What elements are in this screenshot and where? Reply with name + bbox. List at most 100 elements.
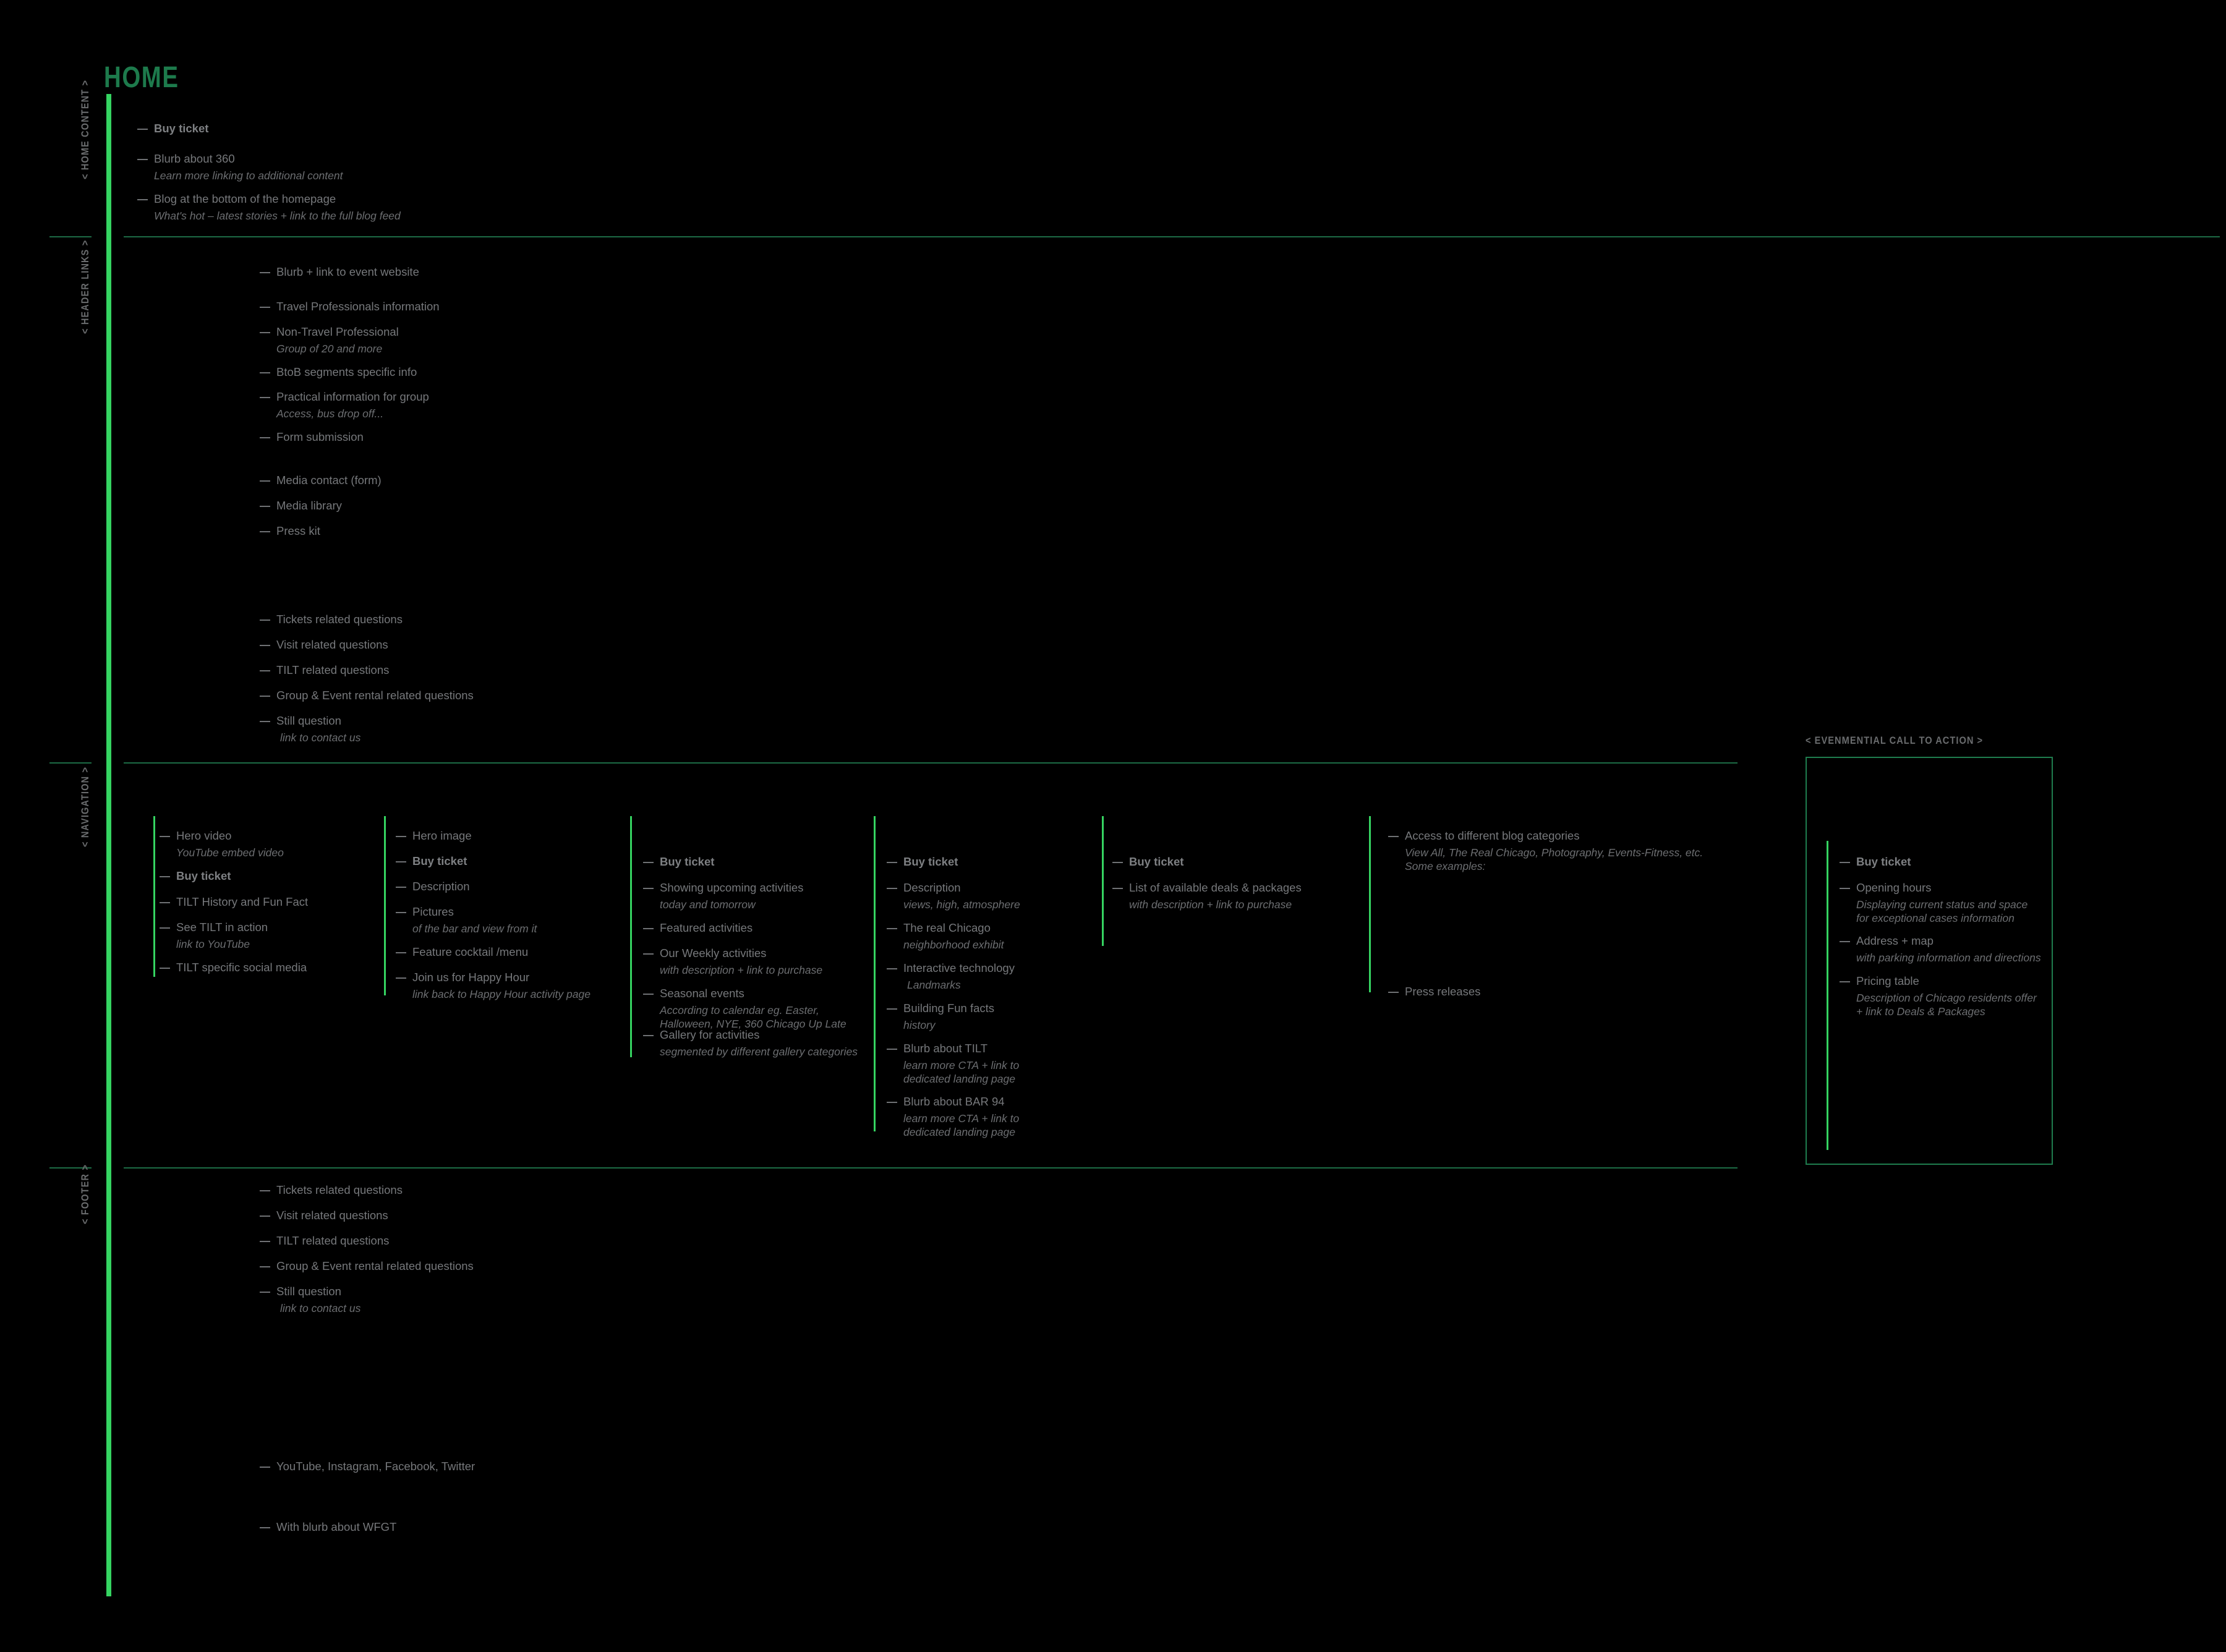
divider-footer-right bbox=[124, 1167, 1738, 1169]
list-item-label: Opening hours bbox=[1856, 881, 1932, 894]
list-item[interactable]: TILT History and Fun Fact bbox=[160, 895, 308, 909]
list-item[interactable]: Interactive technology Landmarks bbox=[887, 961, 1015, 992]
list-item[interactable]: TILT specific social media bbox=[160, 960, 307, 975]
list-item[interactable]: See TILT in action link to YouTube bbox=[160, 920, 268, 951]
list-item[interactable]: Buy ticket bbox=[1112, 854, 1183, 869]
list-item[interactable]: Access to different blog categories View… bbox=[1388, 828, 1710, 873]
divider-navigation bbox=[49, 762, 92, 764]
list-item[interactable]: Address + map with parking information a… bbox=[1840, 934, 2044, 964]
list-item[interactable]: Travel Professionals information bbox=[260, 299, 440, 314]
list-item-sub: Access, bus drop off... bbox=[276, 407, 384, 420]
list-item-label: TILT related questions bbox=[276, 1234, 390, 1247]
list-item[interactable]: Hero image bbox=[396, 828, 472, 843]
list-item[interactable]: Media library bbox=[260, 498, 342, 513]
list-item[interactable]: Description bbox=[396, 879, 470, 894]
dash-marker bbox=[643, 994, 654, 995]
list-item[interactable]: Visit related questions bbox=[260, 1208, 388, 1223]
list-item-sub: of the bar and view from it bbox=[412, 922, 537, 935]
list-item-label: Buy ticket bbox=[176, 869, 231, 882]
list-item[interactable]: Practical information for group Access, … bbox=[260, 390, 429, 420]
list-item-sub: neighborhood exhibit bbox=[903, 939, 1004, 951]
list-item[interactable]: Visit related questions bbox=[260, 637, 388, 652]
list-item[interactable]: Buy ticket bbox=[643, 854, 714, 869]
list-item[interactable]: Form submission bbox=[260, 430, 364, 445]
list-item[interactable]: Media contact (form) bbox=[260, 473, 382, 488]
list-item[interactable]: Pricing table Description of Chicago res… bbox=[1840, 974, 2037, 1018]
list-item[interactable]: Still question link to contact us bbox=[260, 713, 360, 744]
list-item[interactable]: Buy ticket bbox=[1840, 854, 1911, 869]
list-item[interactable]: Buy ticket bbox=[137, 121, 208, 136]
list-item[interactable]: Blurb about BAR 94 learn more CTA + link… bbox=[887, 1094, 1044, 1139]
dash-marker bbox=[1112, 862, 1123, 863]
list-item[interactable]: Our Weekly activities with description +… bbox=[643, 946, 822, 977]
dash-marker bbox=[643, 953, 654, 955]
column-bar-2 bbox=[384, 816, 386, 995]
list-item-label: Pricing table bbox=[1856, 974, 1919, 987]
list-item-label: Showing upcoming activities bbox=[660, 881, 804, 894]
dash-marker bbox=[887, 928, 897, 929]
list-item-label: Buy ticket bbox=[1856, 855, 1911, 868]
list-item[interactable]: Blurb about 360 Learn more linking to ad… bbox=[137, 151, 343, 182]
dash-marker bbox=[260, 307, 270, 308]
dash-marker bbox=[260, 272, 270, 273]
list-item[interactable]: The real Chicago neighborhood exhibit bbox=[887, 921, 1004, 952]
list-item[interactable]: Feature cocktail /menu bbox=[396, 945, 528, 960]
list-item[interactable]: Group & Event rental related questions bbox=[260, 688, 474, 703]
list-item[interactable]: Description views, high, atmosphere bbox=[887, 880, 1020, 911]
list-item[interactable]: Seasonal events According to calendar eg… bbox=[643, 986, 847, 1031]
list-item[interactable]: List of available deals & packages with … bbox=[1112, 880, 1302, 911]
list-item-label: Our Weekly activities bbox=[660, 947, 767, 960]
list-item[interactable]: Join us for Happy Hour link back to Happ… bbox=[396, 970, 591, 1001]
list-item-label: Description bbox=[412, 880, 470, 893]
list-item[interactable]: Press releases bbox=[1388, 984, 1480, 999]
dash-marker bbox=[887, 888, 897, 889]
list-item[interactable]: Building Fun facts history bbox=[887, 1001, 994, 1032]
list-item[interactable]: Group & Event rental related questions bbox=[260, 1259, 474, 1274]
list-item-label: TILT History and Fun Fact bbox=[176, 895, 309, 908]
divider-navigation-right bbox=[124, 762, 1738, 764]
dash-marker bbox=[396, 887, 406, 888]
list-item-label: Media contact (form) bbox=[276, 474, 382, 487]
dash-marker bbox=[643, 888, 654, 889]
list-item[interactable]: TILT related questions bbox=[260, 663, 389, 678]
dash-marker bbox=[260, 645, 270, 646]
list-item[interactable]: Blog at the bottom of the homepage What'… bbox=[137, 192, 401, 223]
list-item-sub: with description + link to purchase bbox=[660, 964, 823, 976]
list-item-label: Join us for Happy Hour bbox=[412, 971, 530, 984]
section-label-home-content: < HOME CONTENT > bbox=[79, 79, 91, 179]
list-item[interactable]: Buy ticket bbox=[160, 869, 231, 883]
dash-marker bbox=[1840, 941, 1850, 942]
list-item[interactable]: BtoB segments specific info bbox=[260, 365, 417, 380]
dash-marker bbox=[260, 531, 270, 532]
list-item[interactable]: Hero video YouTube embed video bbox=[160, 828, 284, 859]
list-item[interactable]: Buy ticket bbox=[396, 854, 467, 869]
list-item-label: Description bbox=[903, 881, 961, 894]
list-item[interactable]: Blurb about TILT learn more CTA + link t… bbox=[887, 1041, 1044, 1086]
list-item[interactable]: Still question link to contact us bbox=[260, 1284, 360, 1315]
list-item-label: Blurb about BAR 94 bbox=[903, 1095, 1005, 1108]
list-item[interactable]: Pictures of the bar and view from it bbox=[396, 905, 537, 935]
list-item-label: With blurb about WFGT bbox=[276, 1520, 397, 1533]
list-item[interactable]: Non-Travel Professional Group of 20 and … bbox=[260, 325, 399, 356]
divider-home-content bbox=[49, 236, 92, 237]
list-item-legal[interactable]: With blurb about WFGT bbox=[260, 1520, 396, 1535]
dash-marker bbox=[260, 1216, 270, 1217]
list-item[interactable]: Blurb + link to event website bbox=[260, 265, 419, 279]
list-item[interactable]: Buy ticket bbox=[887, 854, 958, 869]
list-item[interactable]: Opening hours Displaying current status … bbox=[1840, 880, 2037, 925]
list-item[interactable]: Tickets related questions bbox=[260, 1183, 403, 1198]
dash-marker bbox=[260, 1527, 270, 1528]
dash-marker bbox=[396, 836, 406, 837]
list-item[interactable]: Press kit bbox=[260, 524, 320, 539]
cta-column-bar bbox=[1827, 841, 1828, 1150]
list-item[interactable]: Featured activities bbox=[643, 921, 753, 935]
list-item-label: Tickets related questions bbox=[276, 613, 403, 626]
list-item[interactable]: Gallery for activities segmented by diff… bbox=[643, 1028, 858, 1058]
list-item-label: Non-Travel Professional bbox=[276, 325, 399, 338]
list-item[interactable]: TILT related questions bbox=[260, 1233, 389, 1248]
list-item-label: Blog at the bottom of the homepage bbox=[154, 192, 336, 205]
list-item-social[interactable]: YouTube, Instagram, Facebook, Twitter bbox=[260, 1459, 475, 1474]
list-item[interactable]: Showing upcoming activities today and to… bbox=[643, 880, 803, 911]
dash-marker bbox=[260, 696, 270, 697]
list-item[interactable]: Tickets related questions bbox=[260, 612, 403, 627]
